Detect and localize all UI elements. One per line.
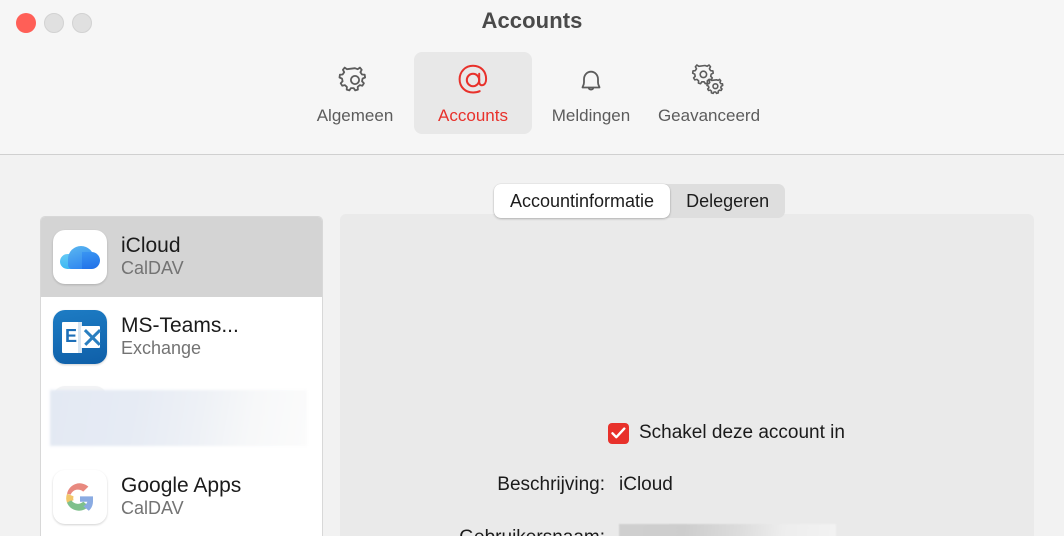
enable-account-label: Schakel deze account in <box>639 422 845 443</box>
account-detail-pane <box>340 214 1034 536</box>
enable-account-checkbox[interactable] <box>608 422 629 444</box>
window-title: Accounts <box>481 8 583 33</box>
preferences-toolbar: Algemeen Accounts Meldingen Geavanceerd <box>0 52 1064 134</box>
redacted-overlay <box>50 390 307 446</box>
toolbar-label-accounts: Accounts <box>438 106 508 125</box>
toolbar-item-accounts[interactable]: Accounts <box>414 52 532 134</box>
tab-delegeren[interactable]: Delegeren <box>670 184 785 218</box>
preferences-content: iCloud CalDAV E MS-Teams... Exchange Goo… <box>0 156 1064 536</box>
username-label: Gebruikersnaam: <box>415 527 605 536</box>
username-row: Gebruikersnaam: <box>415 524 836 536</box>
toolbar-label-algemeen: Algemeen <box>316 106 394 125</box>
description-row: Beschrijving: iCloud <box>455 474 673 496</box>
enable-account-checkbox-row[interactable]: Schakel deze account in <box>608 422 845 444</box>
account-row-icloud[interactable]: iCloud CalDAV <box>41 217 322 297</box>
description-label: Beschrijving: <box>497 474 605 495</box>
username-value-redacted[interactable] <box>619 524 836 536</box>
icloud-icon <box>53 230 107 284</box>
window-titlebar: Accounts Algemeen Accounts Meldingen Gea… <box>0 0 1064 155</box>
checkmark-icon <box>611 426 626 438</box>
at-sign-icon <box>453 60 493 100</box>
account-type: CalDAV <box>121 257 184 278</box>
account-name: Google Apps <box>121 474 242 498</box>
toolbar-item-meldingen[interactable]: Meldingen <box>532 52 650 134</box>
gear-icon <box>335 60 375 100</box>
detail-tab-bar[interactable]: Accountinformatie Delegeren <box>494 184 786 218</box>
toolbar-item-geavanceerd[interactable]: Geavanceerd <box>650 52 768 134</box>
double-gear-icon <box>689 60 729 100</box>
accounts-list[interactable]: iCloud CalDAV E MS-Teams... Exchange Goo… <box>40 216 323 536</box>
description-value: iCloud <box>619 474 673 495</box>
account-row-google-apps[interactable]: Google Apps CalDAV <box>41 457 322 536</box>
toolbar-label-geavanceerd: Geavanceerd <box>657 106 761 125</box>
google-icon <box>53 470 107 524</box>
account-row-redacted[interactable] <box>41 377 322 457</box>
account-row-ms-teams[interactable]: E MS-Teams... Exchange <box>41 297 322 377</box>
tab-accountinformatie[interactable]: Accountinformatie <box>494 184 671 218</box>
preferences-window: Accounts Algemeen Accounts Meldingen Gea… <box>0 0 1064 536</box>
toolbar-label-meldingen: Meldingen <box>551 106 631 125</box>
account-type: Exchange <box>121 337 202 358</box>
toolbar-item-algemeen[interactable]: Algemeen <box>296 52 414 134</box>
account-name: iCloud <box>121 234 181 258</box>
exchange-icon: E <box>53 310 107 364</box>
bell-icon <box>571 60 611 100</box>
account-type: CalDAV <box>121 497 184 518</box>
account-name: MS-Teams... <box>121 314 239 338</box>
